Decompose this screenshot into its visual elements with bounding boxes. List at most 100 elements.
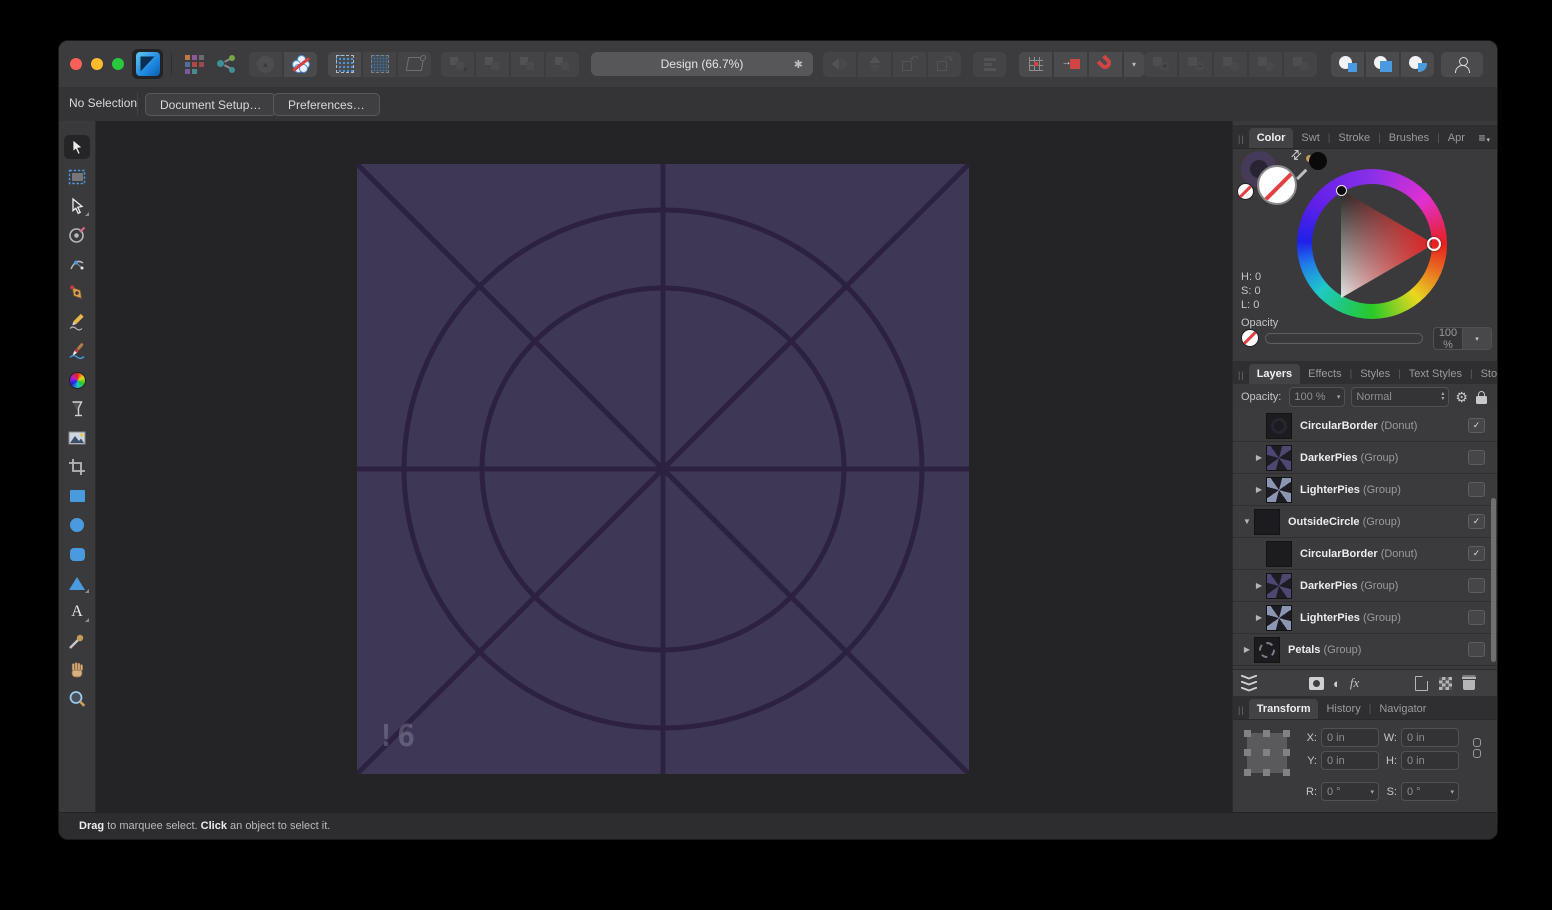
- minimize-window-button[interactable]: [91, 58, 103, 70]
- node-tool[interactable]: [64, 195, 90, 217]
- visibility-checkbox[interactable]: ✓: [1468, 418, 1485, 433]
- rounded-rectangle-tool[interactable]: [64, 543, 90, 565]
- opacity-value-dropdown[interactable]: 100 % ▾: [1433, 327, 1492, 350]
- force-pixel-alignment-button[interactable]: →: [1054, 52, 1087, 77]
- point-transform-tool[interactable]: [64, 224, 90, 246]
- expand-arrow-icon[interactable]: ▶: [1240, 645, 1254, 654]
- panel-grip-icon[interactable]: ||: [1238, 370, 1245, 380]
- boolean-combine-button[interactable]: [1284, 52, 1317, 77]
- pen-tool[interactable]: [64, 282, 90, 304]
- tab-appearance[interactable]: Apr: [1440, 128, 1473, 148]
- h-input[interactable]: 0 in: [1401, 751, 1459, 770]
- expand-arrow-icon[interactable]: ▼: [1240, 517, 1254, 526]
- panel-grip-icon[interactable]: ||: [1238, 705, 1245, 715]
- x-input[interactable]: 0 in: [1321, 728, 1379, 747]
- ellipse-tool[interactable]: [64, 514, 90, 536]
- anchor-point-selector[interactable]: [1247, 733, 1287, 773]
- document-setup-button[interactable]: Document Setup…: [145, 93, 276, 116]
- triangle-selector-dot[interactable]: [1336, 185, 1347, 196]
- fill-color-swatch[interactable]: [1257, 165, 1297, 205]
- y-input[interactable]: 0 in: [1321, 751, 1379, 770]
- insert-on-top-button[interactable]: [1366, 52, 1399, 77]
- alignment-button[interactable]: [973, 52, 1006, 77]
- adjustment-layer-icon[interactable]: ◐: [1333, 676, 1341, 691]
- text-tool[interactable]: A: [64, 601, 90, 623]
- picked-color-swatch[interactable]: [1309, 152, 1327, 170]
- insert-inside-button[interactable]: [1401, 52, 1434, 77]
- layer-thumbnail[interactable]: [1254, 637, 1280, 663]
- rotation-dropdown[interactable]: 0 °▾: [1321, 782, 1379, 801]
- visibility-checkbox[interactable]: [1468, 578, 1485, 593]
- panel-grip-icon[interactable]: ||: [1238, 134, 1245, 144]
- layers-opacity-dropdown[interactable]: 100 % ▾: [1289, 387, 1345, 407]
- visibility-checkbox[interactable]: ✓: [1468, 546, 1485, 561]
- layer-row[interactable]: ▶LighterPies (Group): [1233, 474, 1497, 506]
- rectangle-tool[interactable]: [64, 485, 90, 507]
- boolean-add-button[interactable]: +: [1144, 52, 1177, 77]
- visibility-checkbox[interactable]: [1468, 642, 1485, 657]
- snapping-options-dropdown[interactable]: ▾: [1124, 52, 1144, 77]
- link-dimensions-icon[interactable]: [1473, 738, 1481, 758]
- artboard-tool[interactable]: [64, 166, 90, 188]
- tab-history[interactable]: History: [1318, 699, 1368, 719]
- view-hand-tool[interactable]: [64, 659, 90, 681]
- blend-options-gear-icon[interactable]: ⚙: [1455, 389, 1468, 406]
- layer-thumbnail[interactable]: [1266, 541, 1292, 567]
- shear-dropdown[interactable]: 0 °▾: [1401, 782, 1459, 801]
- insert-behind-button[interactable]: [1331, 52, 1364, 77]
- delete-layer-icon[interactable]: [1463, 677, 1475, 690]
- layer-thumbnail[interactable]: [1266, 477, 1292, 503]
- fill-gradient-tool[interactable]: [64, 398, 90, 420]
- tab-styles[interactable]: Styles: [1352, 364, 1398, 384]
- layer-row[interactable]: CircularBorder (Donut)✓: [1233, 538, 1497, 570]
- transparency-icon[interactable]: [1439, 677, 1452, 690]
- tab-stroke[interactable]: Stroke: [1330, 128, 1378, 148]
- tab-effects[interactable]: Effects: [1300, 364, 1349, 384]
- layer-row[interactable]: ▶DarkerPies (Group): [1233, 442, 1497, 474]
- new-layer-icon[interactable]: [1415, 676, 1428, 691]
- pixel-persona-icon[interactable]: [179, 51, 209, 77]
- color-picker-tool[interactable]: [64, 630, 90, 652]
- layer-row[interactable]: [1233, 666, 1497, 668]
- tab-color[interactable]: Color: [1249, 128, 1294, 148]
- expand-arrow-icon[interactable]: ▶: [1252, 613, 1266, 622]
- layer-thumbnail[interactable]: [1266, 605, 1292, 631]
- opacity-none-swatch[interactable]: [1241, 329, 1259, 347]
- symbol-sync-button[interactable]: ▲: [249, 52, 282, 77]
- move-to-back-button[interactable]: [546, 52, 579, 77]
- tab-brushes[interactable]: Brushes: [1381, 128, 1437, 148]
- panel-menu-icon[interactable]: ≡▾: [1478, 131, 1490, 145]
- rotate-cw-button[interactable]: ↷: [928, 52, 961, 77]
- layer-row[interactable]: CircularBorder (Donut)✓: [1233, 410, 1497, 442]
- place-image-tool[interactable]: [64, 427, 90, 449]
- view-mode-dropdown[interactable]: Design (66.7%) ✱: [591, 52, 813, 76]
- show-grid-button[interactable]: [1019, 52, 1052, 77]
- preferences-button[interactable]: Preferences…: [273, 93, 380, 116]
- layer-row[interactable]: ▶LighterPies (Group): [1233, 602, 1497, 634]
- visibility-checkbox[interactable]: [1468, 610, 1485, 625]
- affinity-designer-logo-button[interactable]: [132, 49, 163, 79]
- export-persona-icon[interactable]: [211, 51, 241, 77]
- lock-icon[interactable]: [1476, 391, 1487, 404]
- color-wheel-tool[interactable]: [64, 369, 90, 391]
- set-none-swatch[interactable]: [1237, 183, 1254, 200]
- tab-transform[interactable]: Transform: [1249, 699, 1319, 719]
- visibility-checkbox[interactable]: ✓: [1468, 514, 1485, 529]
- fullscreen-window-button[interactable]: [112, 58, 124, 70]
- boolean-subtract-button[interactable]: −: [1179, 52, 1212, 77]
- canvas-area[interactable]: !6: [96, 121, 1232, 813]
- expand-arrow-icon[interactable]: ▶: [1252, 581, 1266, 590]
- move-tool[interactable]: [64, 135, 90, 159]
- boolean-divide-button[interactable]: [1249, 52, 1282, 77]
- blend-mode-dropdown[interactable]: Normal ▴▾: [1351, 387, 1449, 407]
- layer-thumbnail[interactable]: [1266, 413, 1292, 439]
- tab-layers[interactable]: Layers: [1249, 364, 1300, 384]
- visibility-checkbox[interactable]: [1468, 482, 1485, 497]
- transform-mode-button[interactable]: [398, 52, 431, 77]
- tab-swatches[interactable]: Swt: [1293, 128, 1327, 148]
- rotate-ccw-button[interactable]: ↶: [893, 52, 926, 77]
- edit-all-layers-button[interactable]: [328, 52, 361, 77]
- layer-row[interactable]: ▶DarkerPies (Group): [1233, 570, 1497, 602]
- chevron-down-icon[interactable]: ▾: [1462, 328, 1491, 349]
- asset-detach-button[interactable]: [284, 52, 317, 77]
